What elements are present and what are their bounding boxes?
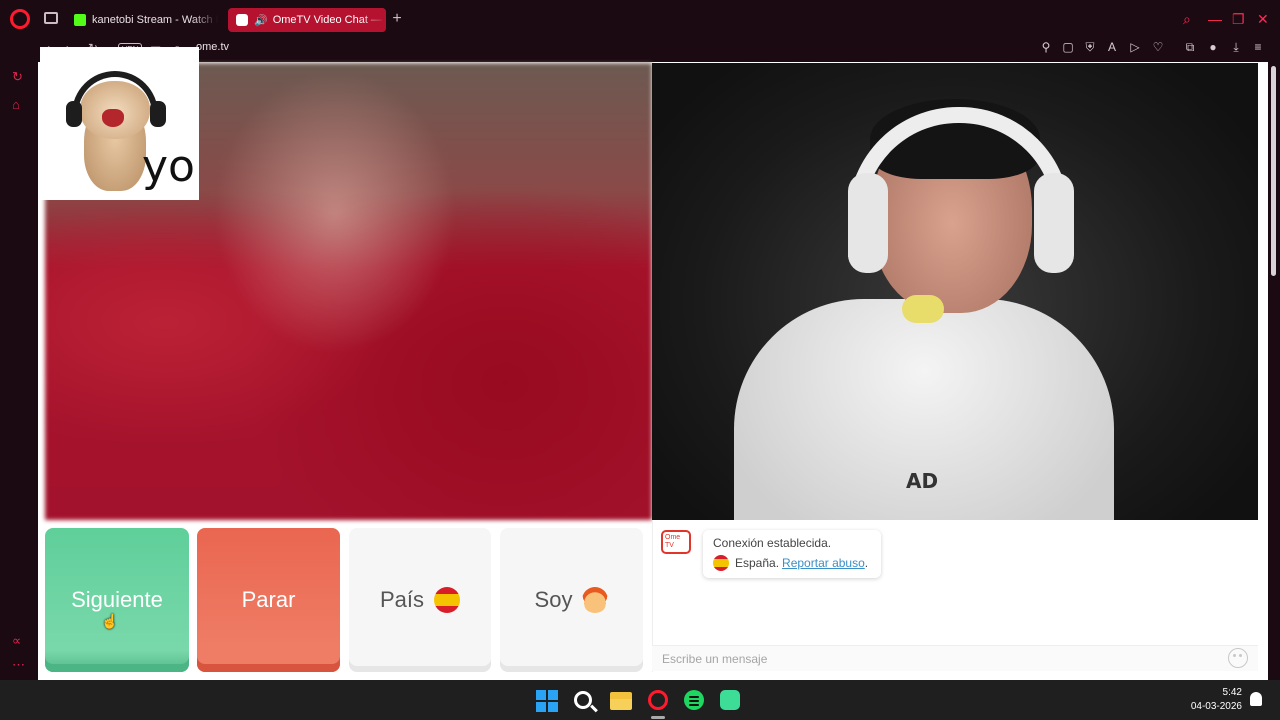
opera-sidebar: ↻ ⌂ ∝ ⋯ (0, 38, 38, 680)
page-scrollbar[interactable] (1268, 62, 1280, 680)
self-video: AD (652, 63, 1258, 520)
stop-button[interactable]: Parar (197, 528, 340, 672)
headphone-left-cup (848, 173, 888, 273)
next-label: Siguiente (71, 587, 163, 612)
extensions-icon[interactable]: ⧉ (1182, 40, 1198, 54)
search-tabs-icon[interactable]: ⌕ (1183, 10, 1191, 28)
cat-headphone-right (150, 101, 166, 127)
clock-time: 5:42 (1222, 687, 1242, 698)
tab-ometv[interactable]: 🔊 OmeTV Video Chat — (228, 8, 386, 32)
spain-flag-icon (713, 555, 729, 571)
tab-kanetobi-stream[interactable]: kanetobi Stream - Watch L (66, 8, 218, 32)
country-button[interactable]: País (349, 528, 491, 672)
next-button[interactable]: Siguiente (45, 528, 189, 672)
speaker-icon[interactable]: 🔊 (254, 14, 268, 27)
close-button[interactable]: ✕ (1257, 10, 1269, 28)
cat-sticker-overlay: yo (40, 47, 199, 200)
browser-tab-bar: kanetobi Stream - Watch L 🔊 OmeTV Video … (0, 0, 1280, 38)
gx-corner-icon[interactable]: ∝ (12, 634, 21, 648)
emoji-icon[interactable] (1228, 648, 1248, 668)
message-input[interactable] (652, 645, 1258, 671)
crypto-wallet-icon[interactable]: ⌂ (12, 98, 20, 112)
gender-label: Soy (534, 587, 573, 612)
tab-fade (360, 8, 386, 32)
search-icon[interactable] (574, 691, 592, 709)
account-icon[interactable]: ● (1205, 40, 1221, 54)
report-suffix: . (864, 556, 869, 570)
cat-headphone-band (72, 71, 158, 121)
ometv-logo-text: Ome TV (665, 534, 681, 549)
report-abuse-link[interactable]: Reportar abuso (782, 555, 865, 571)
notification-bell-icon[interactable] (1250, 692, 1262, 706)
hand-cursor-icon: ☝ (101, 613, 119, 629)
url-text[interactable]: ome.tv (196, 40, 229, 54)
ometv-logo-icon: Ome TV (661, 530, 691, 554)
whatsapp-icon[interactable] (720, 690, 740, 710)
more-icon[interactable]: ⋯ (12, 658, 25, 672)
shield-icon[interactable]: ⛨ (1082, 40, 1098, 54)
connection-status: Conexión establecida. (713, 536, 832, 550)
system-message: Conexión establecida. España. Reportar a… (703, 530, 881, 578)
country-label: País (379, 587, 425, 612)
headset-microphone (902, 295, 944, 323)
shirt-logo: AD (906, 469, 939, 493)
cat-headphone-left (66, 101, 82, 127)
windows-taskbar (0, 680, 1280, 720)
active-app-indicator (651, 716, 665, 719)
heart-icon[interactable]: ♡ (1150, 40, 1166, 54)
snapshot-icon[interactable]: ▢ (1060, 40, 1076, 54)
headphone-right-cup (1034, 173, 1074, 273)
translate-icon[interactable]: A (1104, 40, 1120, 54)
spotify-icon[interactable] (684, 690, 704, 710)
country-line: España. Reportar abuso . (713, 555, 868, 571)
pin-icon[interactable]: ⚲ (1038, 40, 1054, 54)
new-tab-button[interactable]: + (390, 10, 404, 28)
file-explorer-icon[interactable] (610, 692, 632, 710)
spain-flag-icon (434, 587, 461, 613)
opera-logo-icon[interactable] (10, 9, 30, 29)
scrollbar-thumb[interactable] (1271, 66, 1276, 276)
menu-icon[interactable]: ≡ (1250, 40, 1266, 54)
boy-icon (582, 587, 609, 613)
aria-icon[interactable]: ↻ (12, 70, 23, 84)
stop-label: Parar (241, 587, 296, 612)
ometv-icon (236, 14, 248, 26)
country-name: España. (735, 556, 780, 570)
minimize-button[interactable]: — (1208, 10, 1222, 28)
play-icon[interactable]: ▷ (1127, 40, 1143, 54)
download-icon[interactable]: ⤓ (1228, 40, 1244, 54)
sticker-caption: yo (142, 141, 195, 192)
tab-island-icon[interactable] (44, 12, 58, 24)
system-clock[interactable]: 5:42 04-03-2026 (1186, 686, 1242, 714)
clock-date: 04-03-2026 (1190, 701, 1242, 712)
windows-start-icon[interactable] (536, 690, 558, 712)
kick-icon (74, 14, 86, 26)
opera-gx-taskbar-icon[interactable] (648, 690, 668, 710)
gender-button[interactable]: Soy (500, 528, 643, 672)
tab-fade (192, 8, 218, 32)
maximize-button[interactable]: ❐ (1232, 10, 1245, 28)
